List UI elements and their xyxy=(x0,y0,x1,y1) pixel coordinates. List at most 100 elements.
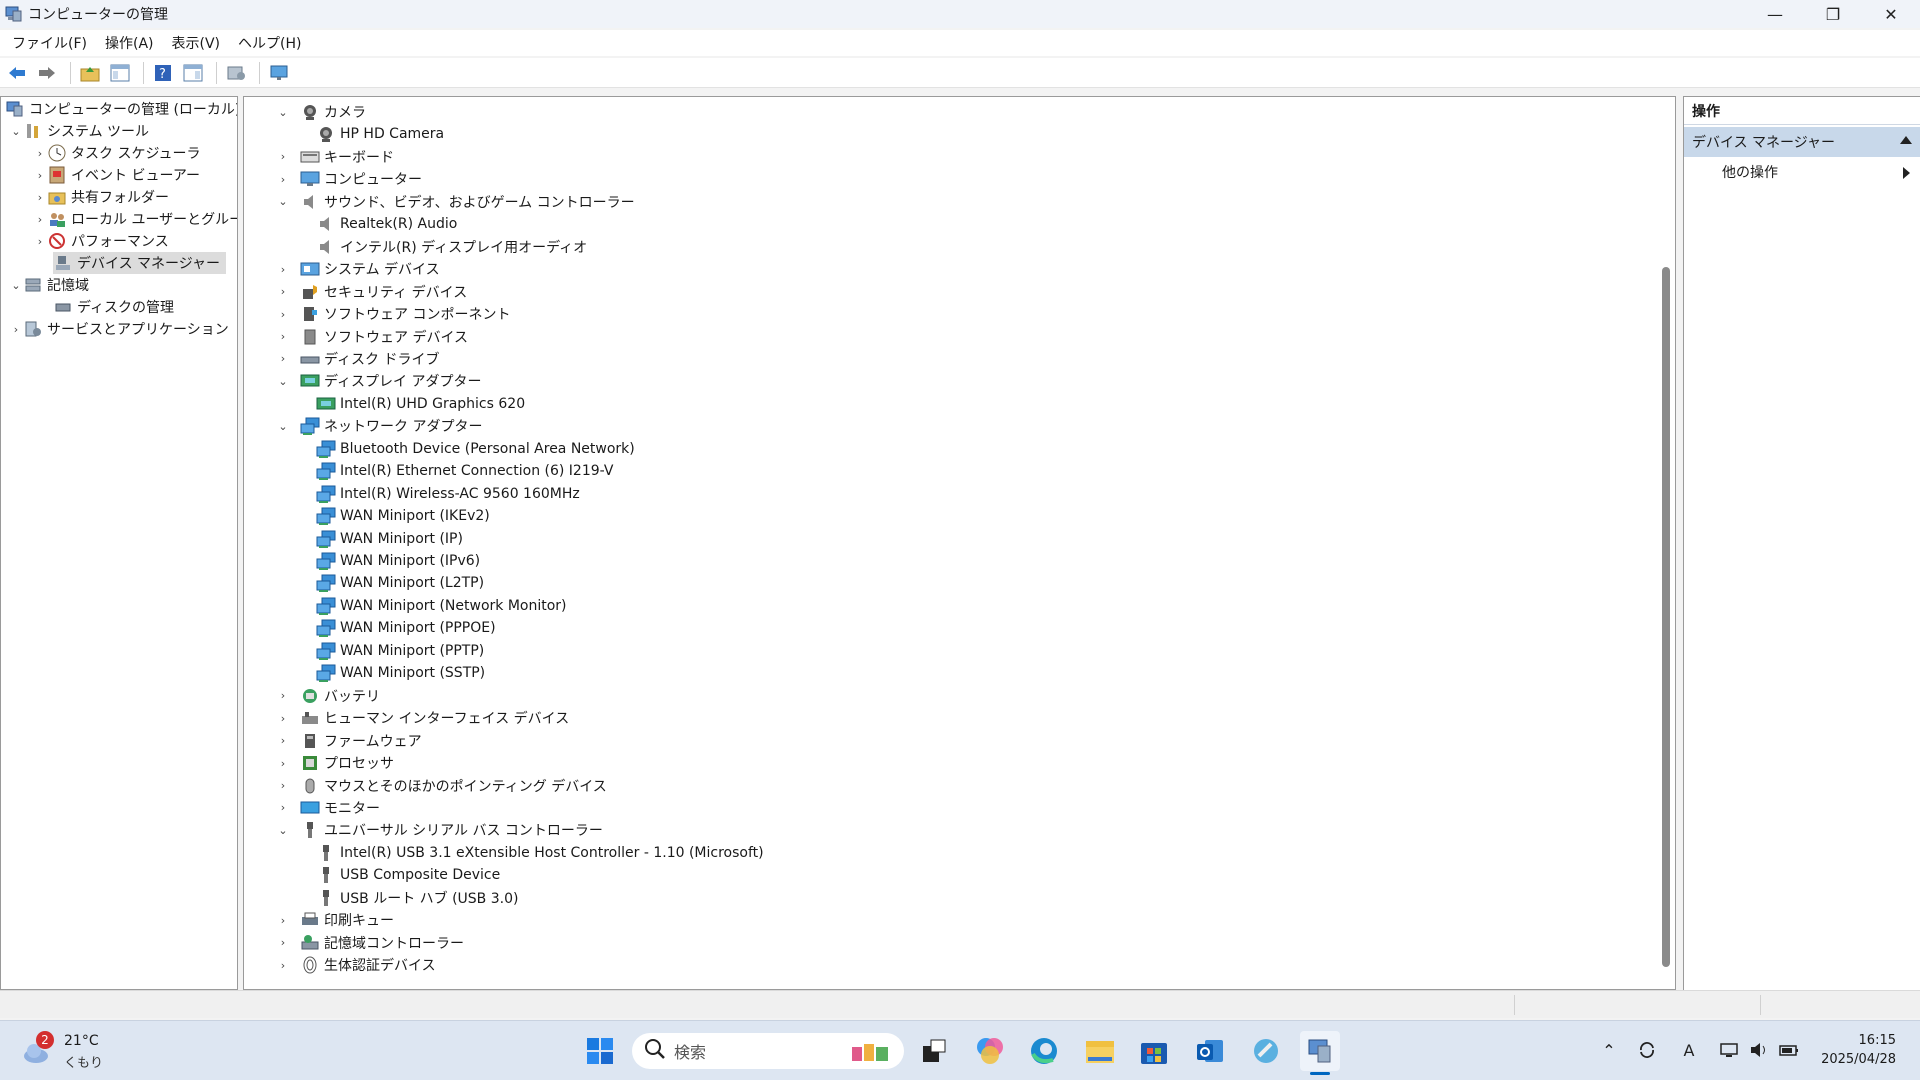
chevron-down-icon[interactable]: ⌄ xyxy=(276,191,290,213)
menu-view[interactable]: 表示(V) xyxy=(166,33,227,53)
other-actions[interactable]: 他の操作 xyxy=(1684,157,1920,187)
device-category[interactable]: › ヒューマン インターフェイス デバイス xyxy=(276,707,569,729)
scrollbar-thumb[interactable] xyxy=(1662,267,1670,967)
chevron-right-icon[interactable]: › xyxy=(276,146,290,168)
chevron-right-icon[interactable]: › xyxy=(276,168,290,190)
tree-event-viewer[interactable]: › イベント ビューアー xyxy=(33,164,200,186)
chevron-right-icon[interactable]: › xyxy=(276,281,290,303)
restore-button[interactable]: ❐ xyxy=(1804,0,1862,28)
tree-disk-management[interactable]: ディスクの管理 xyxy=(53,296,174,318)
chevron-down-icon[interactable]: ⌄ xyxy=(276,819,290,841)
chevron-down-icon[interactable]: ⌄ xyxy=(9,274,23,296)
tree-root[interactable]: コンピューターの管理 (ローカル) xyxy=(5,98,237,120)
taskbar-search[interactable]: 検索 xyxy=(632,1033,904,1069)
device-category[interactable]: › セキュリティ デバイス xyxy=(276,281,467,303)
paint-icon[interactable] xyxy=(1246,1031,1286,1071)
device-category[interactable]: ⌄ カメラ xyxy=(276,101,366,123)
chevron-right-icon[interactable]: › xyxy=(276,326,290,348)
outlook-icon[interactable] xyxy=(1190,1031,1230,1071)
network-icon[interactable] xyxy=(1716,1037,1742,1063)
menu-action[interactable]: 操作(A) xyxy=(99,33,160,53)
task-view-icon[interactable] xyxy=(914,1031,954,1071)
chevron-right-icon[interactable]: › xyxy=(276,954,290,976)
device-item[interactable]: USB ルート ハブ (USB 3.0) xyxy=(316,887,518,909)
device-item[interactable]: Intel(R) USB 3.1 eXtensible Host Control… xyxy=(316,842,764,864)
chevron-right-icon[interactable]: › xyxy=(9,318,23,340)
device-category[interactable]: › バッテリ xyxy=(276,685,380,707)
vertical-scrollbar[interactable] xyxy=(1659,101,1671,981)
scan-hardware-icon[interactable] xyxy=(223,60,249,86)
device-category[interactable]: ⌄ サウンド、ビデオ、およびゲーム コントローラー xyxy=(276,191,635,213)
device-category[interactable]: › キーボード xyxy=(276,146,394,168)
chevron-right-icon[interactable]: › xyxy=(33,208,47,230)
chevron-right-icon[interactable]: › xyxy=(276,685,290,707)
weather-widget[interactable]: 2 21°C くもり xyxy=(22,1031,142,1071)
device-category[interactable]: › システム デバイス xyxy=(276,258,440,280)
device-category[interactable]: › 生体認証デバイス xyxy=(276,954,436,976)
menu-help[interactable]: ヘルプ(H) xyxy=(232,33,307,53)
device-item[interactable]: Intel(R) Wireless-AC 9560 160MHz xyxy=(316,483,580,505)
device-item[interactable]: WAN Miniport (IP) xyxy=(316,528,463,550)
device-category[interactable]: › ソフトウェア デバイス xyxy=(276,326,468,348)
chevron-up-icon[interactable]: ⌃ xyxy=(1596,1037,1622,1063)
chevron-right-icon[interactable]: › xyxy=(276,775,290,797)
chevron-right-icon[interactable]: › xyxy=(276,730,290,752)
device-item[interactable]: Bluetooth Device (Personal Area Network) xyxy=(316,438,635,460)
chevron-right-icon[interactable]: › xyxy=(33,186,47,208)
tree-services-apps[interactable]: › サービスとアプリケーション xyxy=(9,318,229,340)
device-category[interactable]: › 記憶域コントローラー xyxy=(276,932,464,954)
chevron-right-icon[interactable]: › xyxy=(33,230,47,252)
volume-icon[interactable] xyxy=(1746,1037,1772,1063)
device-item[interactable]: WAN Miniport (L2TP) xyxy=(316,572,484,594)
device-item[interactable]: WAN Miniport (PPPOE) xyxy=(316,617,496,639)
chevron-right-icon[interactable]: › xyxy=(276,797,290,819)
chevron-right-icon[interactable]: › xyxy=(276,707,290,729)
tree-performance[interactable]: › パフォーマンス xyxy=(33,230,169,252)
device-category[interactable]: › プロセッサ xyxy=(276,752,394,774)
chevron-right-icon[interactable]: › xyxy=(276,258,290,280)
clock[interactable]: 16:15 2025/04/28 xyxy=(1821,1031,1896,1069)
device-category[interactable]: › ディスク ドライブ xyxy=(276,348,440,370)
chevron-down-icon[interactable]: ⌄ xyxy=(276,415,290,437)
device-item[interactable]: インテル(R) ディスプレイ用オーディオ xyxy=(316,236,587,258)
device-item[interactable]: WAN Miniport (SSTP) xyxy=(316,662,485,684)
device-item[interactable]: WAN Miniport (IKEv2) xyxy=(316,505,490,527)
close-button[interactable]: ✕ xyxy=(1862,0,1920,28)
chevron-right-icon[interactable]: › xyxy=(276,752,290,774)
chevron-down-icon[interactable]: ⌄ xyxy=(276,370,290,392)
file-explorer-icon[interactable] xyxy=(1080,1031,1120,1071)
device-category[interactable]: › コンピューター xyxy=(276,168,422,190)
device-category[interactable]: › マウスとそのほかのポインティング デバイス xyxy=(276,775,607,797)
device-category[interactable]: ⌄ ディスプレイ アダプター xyxy=(276,370,481,392)
device-item[interactable]: Realtek(R) Audio xyxy=(316,213,457,235)
actions-device-manager[interactable]: デバイス マネージャー xyxy=(1684,127,1920,157)
store-icon[interactable] xyxy=(1134,1031,1174,1071)
ime-indicator[interactable]: A xyxy=(1676,1037,1702,1063)
chevron-down-icon[interactable]: ⌄ xyxy=(276,101,290,123)
menu-file[interactable]: ファイル(F) xyxy=(6,33,93,53)
back-icon[interactable] xyxy=(4,60,30,86)
chevron-right-icon[interactable]: › xyxy=(276,348,290,370)
tree-local-users[interactable]: › ローカル ユーザーとグループ xyxy=(33,208,237,230)
start-icon[interactable] xyxy=(580,1031,620,1071)
device-item[interactable]: USB Composite Device xyxy=(316,864,500,886)
chevron-right-icon[interactable]: › xyxy=(276,932,290,954)
device-category[interactable]: ⌄ ユニバーサル シリアル バス コントローラー xyxy=(276,819,603,841)
chevron-right-icon[interactable]: › xyxy=(33,164,47,186)
device-item[interactable]: HP HD Camera xyxy=(316,123,444,145)
copilot-icon[interactable] xyxy=(970,1031,1010,1071)
tree-system-tools[interactable]: ⌄ システム ツール xyxy=(9,120,149,142)
tree-storage[interactable]: ⌄ 記憶域 xyxy=(9,274,89,296)
collapse-up-icon[interactable] xyxy=(1900,136,1912,144)
minimize-button[interactable]: — xyxy=(1746,0,1804,28)
tree-device-manager[interactable]: デバイス マネージャー xyxy=(53,252,227,274)
chevron-right-icon[interactable]: › xyxy=(276,303,290,325)
device-category[interactable]: › モニター xyxy=(276,797,380,819)
edge-icon[interactable] xyxy=(1024,1031,1064,1071)
sync-icon[interactable] xyxy=(1634,1037,1660,1063)
chevron-right-icon[interactable]: › xyxy=(276,909,290,931)
device-item[interactable]: Intel(R) UHD Graphics 620 xyxy=(316,393,525,415)
battery-icon[interactable] xyxy=(1776,1037,1802,1063)
help-icon[interactable]: ? xyxy=(150,60,176,86)
device-category[interactable]: › ファームウェア xyxy=(276,730,422,752)
